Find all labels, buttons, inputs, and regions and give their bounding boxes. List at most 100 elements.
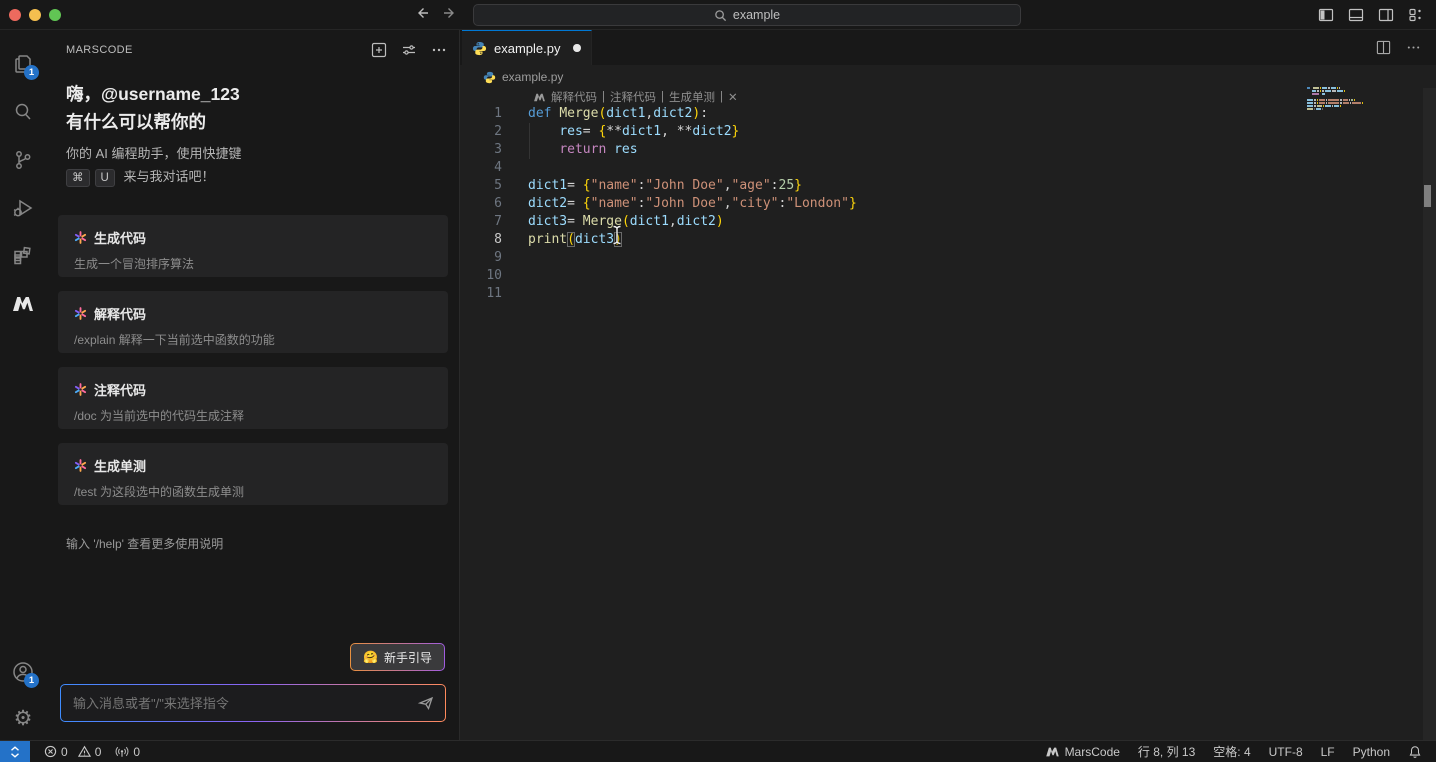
split-editor-icon[interactable]: [1376, 40, 1391, 55]
indentation-status[interactable]: 空格: 4: [1213, 743, 1250, 760]
code-line[interactable]: 7 dict3= Merge(dict1,dict2): [460, 213, 1436, 231]
problems-status[interactable]: 0 0: [44, 745, 101, 759]
card-generate-tests[interactable]: 生成单测 /test 为这段选中的函数生成单测: [58, 443, 448, 505]
tab-example-py[interactable]: example.py: [462, 30, 592, 65]
encoding-status[interactable]: UTF-8: [1269, 745, 1303, 759]
sidebar-item-search[interactable]: [0, 88, 46, 136]
minimize-window-button[interactable]: [29, 9, 41, 21]
tab-label: example.py: [494, 40, 561, 56]
card-desc: 生成一个冒泡排序算法: [74, 257, 195, 271]
code-line[interactable]: 5 dict1= {"name":"John Doe","age":25}: [460, 177, 1436, 195]
sidebar-item-run-debug[interactable]: [0, 184, 46, 232]
sidebar-item-explorer[interactable]: 1: [0, 40, 46, 88]
sparkle-icon: [74, 383, 87, 396]
onboarding-guide-button[interactable]: 🤗 新手引导: [350, 643, 445, 671]
help-hint: 输入 '/help' 查看更多使用说明: [66, 537, 224, 551]
tab-bar: example.py: [460, 30, 1436, 65]
warning-icon: [77, 745, 91, 758]
card-explain-code[interactable]: 解释代码 /explain 解释一下当前选中函数的功能: [58, 291, 448, 353]
line-number: 2: [494, 124, 502, 139]
codelens-test[interactable]: 生成单测: [669, 89, 715, 105]
toggle-panel-icon[interactable]: [1348, 7, 1364, 23]
cursor-position-status[interactable]: 行 8, 列 13: [1138, 743, 1195, 760]
customize-layout-icon[interactable]: [1408, 7, 1424, 23]
breadcrumb[interactable]: example.py: [460, 65, 1436, 89]
code-line[interactable]: 6 dict2= {"name":"John Doe","city":"Londo…: [460, 195, 1436, 213]
code-editor[interactable]: 解释代码 | 注释代码 | 生成单测 | ✕ 1 def Merge(dict1,…: [460, 89, 1436, 740]
line-number: 11: [486, 286, 502, 301]
codelens-comment[interactable]: 注释代码: [610, 89, 656, 105]
status-bar: 0 0 0 MarsCode 行 8, 列 13 空格: 4 UTF-8 LF …: [0, 740, 1436, 762]
accounts-button[interactable]: 1: [0, 648, 46, 696]
navigate-back-icon[interactable]: [414, 5, 430, 21]
activity-bar: 1 1 ⚙: [0, 30, 46, 740]
navigate-forward-icon[interactable]: [442, 5, 458, 21]
breadcrumb-file[interactable]: example.py: [502, 70, 563, 84]
filter-settings-icon[interactable]: [401, 42, 417, 58]
new-chat-icon[interactable]: [371, 42, 387, 58]
greeting: 嗨，@username_123 有什么可以帮你的: [66, 80, 240, 136]
card-title: 解释代码: [94, 307, 147, 322]
code-line[interactable]: 11: [460, 285, 1436, 303]
line-number: 5: [494, 178, 502, 193]
sparkle-icon: [74, 307, 87, 320]
notifications-bell-icon[interactable]: [1408, 745, 1422, 759]
card-generate-code[interactable]: 生成代码 生成一个冒泡排序算法: [58, 215, 448, 277]
code-line[interactable]: 9: [460, 249, 1436, 267]
code-line[interactable]: 1 def Merge(dict1,dict2):: [460, 105, 1436, 123]
python-file-icon: [472, 41, 487, 56]
code-line[interactable]: 4: [460, 159, 1436, 177]
error-count: 0: [61, 744, 68, 759]
code-line[interactable]: 3 return res: [460, 141, 1436, 159]
ports-status[interactable]: 0: [115, 745, 140, 759]
command-center-search[interactable]: example: [473, 4, 1021, 26]
chat-input[interactable]: [61, 695, 445, 711]
toggle-secondary-sidebar-icon[interactable]: [1378, 7, 1394, 23]
u-keycap: U: [94, 169, 115, 187]
search-icon: [714, 9, 727, 22]
sparkle-icon: [74, 231, 87, 244]
marscode-panel: MARSCODE 嗨，@username_123 有什么可以帮你的 你的 AI …: [46, 30, 460, 740]
language-mode-status[interactable]: Python: [1353, 745, 1390, 759]
eol-status[interactable]: LF: [1321, 745, 1335, 759]
zoom-window-button[interactable]: [49, 9, 61, 21]
gear-icon: ⚙: [13, 706, 33, 730]
line-number: 6: [494, 196, 502, 211]
codelens-separator: |: [661, 91, 664, 103]
greeting-line2: 有什么可以帮你的: [66, 112, 206, 132]
editor-group: example.py example.py 解释代码 | 注释代码 | 生成单测…: [460, 30, 1436, 740]
close-window-button[interactable]: [9, 9, 21, 21]
greeting-line1: 嗨，@username_123: [66, 84, 240, 104]
remote-indicator[interactable]: [0, 740, 30, 762]
codelens-close-icon[interactable]: ✕: [728, 90, 738, 104]
more-actions-icon[interactable]: [431, 42, 447, 58]
sidebar-item-marscode[interactable]: [0, 280, 46, 328]
card-desc: /doc 为当前选中的代码生成注释: [74, 409, 245, 423]
card-title: 生成单测: [94, 459, 147, 474]
card-comment-code[interactable]: 注释代码 /doc 为当前选中的代码生成注释: [58, 367, 448, 429]
scrollbar-thumb[interactable]: [1424, 185, 1431, 207]
send-icon[interactable]: [417, 694, 435, 712]
settings-button[interactable]: ⚙: [0, 696, 46, 740]
panel-title: MARSCODE: [66, 44, 133, 56]
extensions-icon: [14, 246, 31, 265]
marscode-mini-icon: [533, 93, 546, 102]
code-line[interactable]: 10: [460, 267, 1436, 285]
marscode-status[interactable]: MarsCode: [1045, 745, 1120, 759]
line-number: 4: [494, 160, 502, 175]
source-control-icon: [16, 151, 31, 169]
error-icon: [44, 745, 57, 758]
code-line[interactable]: 2 res= {**dict1, **dict2}: [460, 123, 1436, 141]
modified-dot-icon[interactable]: [573, 44, 581, 52]
card-title: 注释代码: [94, 383, 147, 398]
editor-more-actions-icon[interactable]: [1406, 40, 1421, 55]
sidebar-item-extensions[interactable]: [0, 232, 46, 280]
code-line[interactable]: 8 print(dict3): [460, 231, 1436, 249]
sidebar-item-source-control[interactable]: [0, 136, 46, 184]
toggle-primary-sidebar-icon[interactable]: [1318, 7, 1334, 23]
chat-input-container: [60, 684, 446, 722]
minimap[interactable]: [1307, 85, 1397, 118]
card-title: 生成代码: [94, 231, 147, 246]
codelens-explain[interactable]: 解释代码: [551, 89, 597, 105]
code-lines[interactable]: 1 def Merge(dict1,dict2): 2 res= {**dict1,…: [460, 105, 1436, 303]
